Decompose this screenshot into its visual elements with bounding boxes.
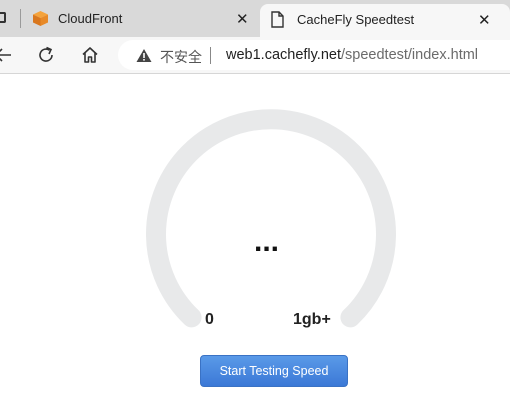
home-icon[interactable] <box>80 45 100 65</box>
url-path: /speedtest/index.html <box>341 47 479 63</box>
tab-cachefly-speedtest[interactable]: CacheFly Speedtest ✕ <box>260 4 510 37</box>
tab-separator <box>20 9 21 28</box>
tab-close-icon[interactable]: ✕ <box>236 12 249 27</box>
gauge-min-label: 0 <box>205 311 214 328</box>
address-bar[interactable]: 不安全 web1.cachefly.net/speedtest/index.ht… <box>118 40 510 70</box>
speed-value: ... <box>254 225 280 258</box>
tab-title: CacheFly Speedtest <box>297 12 415 27</box>
tab-cloudfront[interactable]: CloudFront ✕ <box>22 0 260 37</box>
previous-tab-icon[interactable] <box>0 12 6 23</box>
gauge-max-label: 1gb+ <box>293 311 331 328</box>
url-host: web1.cachefly.net <box>226 47 341 63</box>
tab-close-icon[interactable]: ✕ <box>478 13 491 28</box>
warning-icon[interactable] <box>136 48 152 63</box>
back-icon[interactable] <box>0 45 14 65</box>
tab-title: CloudFront <box>58 11 123 26</box>
browser-toolbar: 不安全 web1.cachefly.net/speedtest/index.ht… <box>0 37 510 74</box>
document-icon <box>271 11 284 28</box>
address-separator <box>210 47 211 64</box>
start-testing-button[interactable]: Start Testing Speed <box>200 355 348 387</box>
security-status-label[interactable]: 不安全 <box>160 47 202 67</box>
tab-strip: CloudFront ✕ CacheFly Speedtest ✕ <box>0 0 510 37</box>
url-text[interactable]: web1.cachefly.net/speedtest/index.html <box>226 47 478 63</box>
gauge-track <box>146 109 396 328</box>
refresh-icon[interactable] <box>36 45 56 65</box>
cloudfront-box-icon <box>33 11 48 26</box>
speed-gauge <box>146 109 396 328</box>
